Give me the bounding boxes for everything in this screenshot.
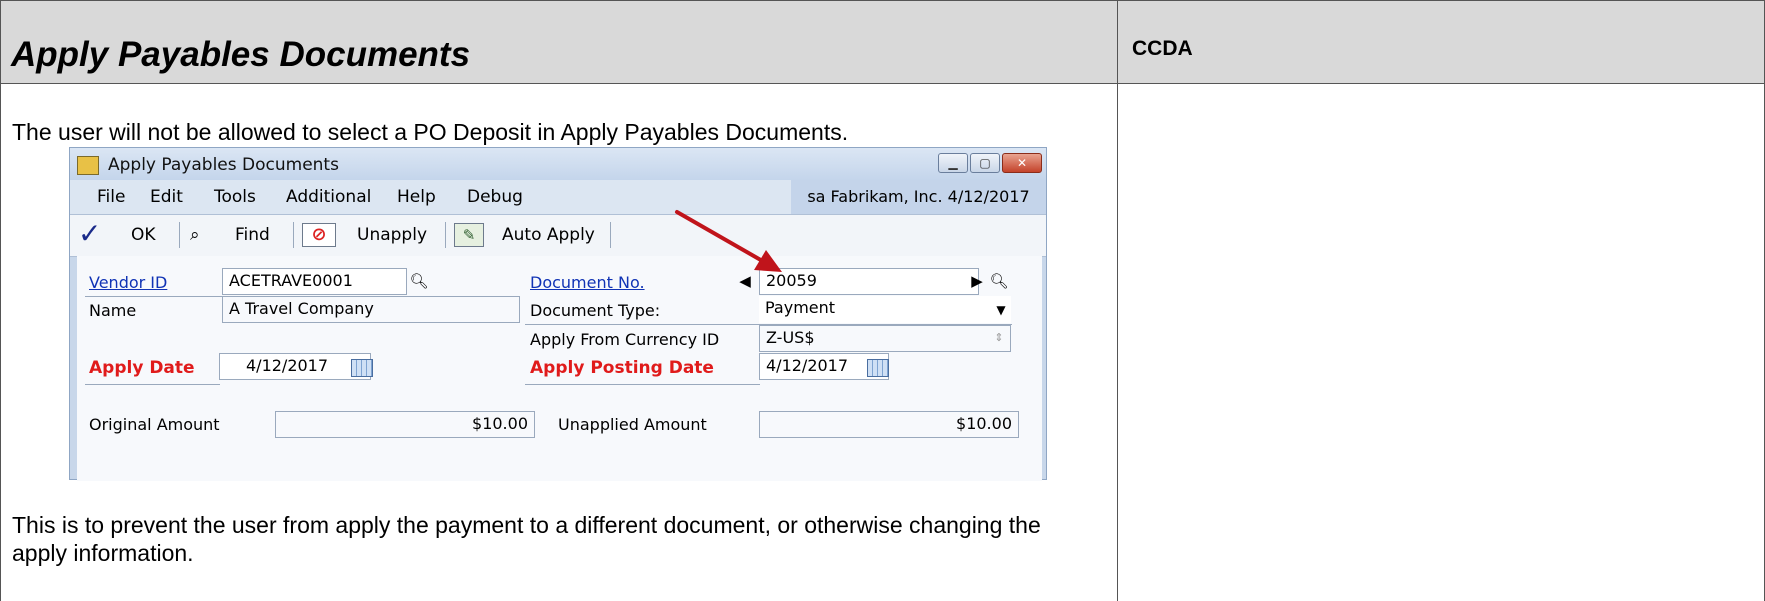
app-icon	[77, 156, 99, 175]
auto-apply-icon[interactable]: ✎	[454, 223, 484, 247]
user-company-date: sa Fabrikam, Inc. 4/12/2017	[791, 180, 1046, 214]
apply-date-label: Apply Date	[89, 358, 195, 378]
apply-payables-window: Apply Payables Documents ▁ ▢ ✕ File Edit…	[69, 147, 1047, 481]
page-title: Apply Payables Documents	[11, 35, 471, 74]
auto-apply-button[interactable]: Auto Apply	[502, 225, 595, 245]
maximize-button[interactable]: ▢	[970, 153, 1000, 173]
toolbar-separator	[445, 222, 446, 248]
unapplied-amount-field: $10.00	[759, 411, 1019, 438]
ok-button[interactable]: OK	[131, 225, 156, 245]
vendor-lookup-icon[interactable]: 🔍︎	[407, 269, 431, 293]
currency-id-field: Z-US$	[759, 325, 1011, 352]
vendor-id-field[interactable]: ACETRAVE0001	[222, 268, 407, 295]
apply-form: Vendor ID ACETRAVE0001 🔍︎ Name A Travel …	[77, 256, 1042, 481]
title-cell: Apply Payables Documents	[0, 0, 1118, 84]
original-amount-field: $10.00	[275, 411, 535, 438]
document-lookup-icon[interactable]: 🔍︎	[987, 269, 1011, 293]
menu-additional[interactable]: Additional	[286, 187, 371, 207]
intro-paragraph: The user will not be allowed to select a…	[12, 119, 849, 145]
chevron-down-icon[interactable]: ▼	[989, 298, 1013, 322]
toolbar: ✓ OK ⌕ Find ⊘ Unapply ✎ Auto Apply	[70, 215, 1046, 257]
expand-icon[interactable]: ⇕	[987, 326, 1011, 350]
menu-help[interactable]: Help	[397, 187, 436, 207]
apply-date-field[interactable]: 4/12/2017	[219, 353, 371, 380]
notes-cell	[1117, 83, 1765, 601]
vendor-name-field: A Travel Company	[222, 296, 520, 323]
vendor-id-link[interactable]: Vendor ID	[89, 273, 167, 292]
form-row-divider	[85, 384, 220, 385]
toolbar-separator	[293, 222, 294, 248]
toolbar-separator	[610, 222, 611, 248]
minimize-button[interactable]: ▁	[938, 153, 968, 173]
form-row-divider	[525, 384, 760, 385]
document-no-field[interactable]: 20059	[759, 268, 979, 295]
ccda-label: CCDA	[1132, 37, 1193, 60]
menu-file[interactable]: File	[97, 187, 125, 207]
menu-edit[interactable]: Edit	[150, 187, 183, 207]
window-title: Apply Payables Documents	[108, 155, 339, 175]
document-type-label: Document Type:	[530, 301, 661, 320]
name-label: Name	[89, 301, 137, 320]
menu-debug[interactable]: Debug	[467, 187, 523, 207]
calendar-icon[interactable]	[351, 359, 373, 377]
document-type-select[interactable]: Payment	[759, 296, 1011, 323]
menu-tools[interactable]: Tools	[214, 187, 256, 207]
binoculars-icon[interactable]: ⌕	[190, 225, 200, 245]
calendar-icon[interactable]	[867, 359, 889, 377]
document-no-link[interactable]: Document No.	[530, 273, 645, 292]
unapply-icon[interactable]: ⊘	[302, 223, 336, 247]
original-amount-label: Original Amount	[89, 415, 220, 434]
previous-arrow-icon[interactable]: ◀	[733, 269, 757, 293]
toolbar-separator	[179, 222, 180, 248]
unapplied-amount-label: Unapplied Amount	[558, 415, 707, 434]
ccda-cell: CCDA	[1117, 0, 1765, 84]
unapply-button[interactable]: Unapply	[357, 225, 427, 245]
close-button[interactable]: ✕	[1002, 153, 1042, 173]
note-paragraph: This is to prevent the user from apply t…	[12, 512, 1041, 566]
apply-posting-date-label: Apply Posting Date	[530, 358, 714, 378]
currency-id-label: Apply From Currency ID	[530, 330, 720, 349]
next-arrow-icon[interactable]: ▶	[965, 269, 989, 293]
window-titlebar: Apply Payables Documents ▁ ▢ ✕	[70, 148, 1046, 180]
find-button[interactable]: Find	[235, 225, 270, 245]
checkmark-icon[interactable]: ✓	[78, 217, 101, 250]
